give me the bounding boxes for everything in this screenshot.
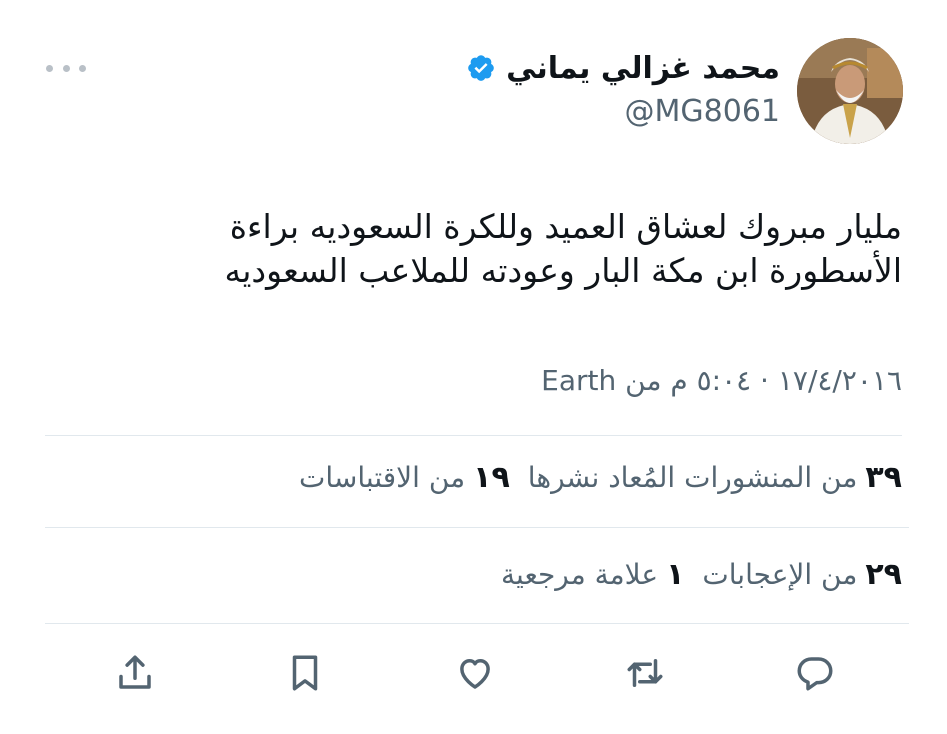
bookmark-icon [292, 655, 318, 691]
like-button[interactable] [447, 645, 503, 701]
tweet-text-line: الأسطورة ابن مكة البار وعودته للملاعب ال… [224, 251, 902, 290]
divider [45, 527, 909, 528]
tweet-text: مليار مبروك لعشاق العميد وللكرة السعوديه… [122, 205, 902, 293]
likes-count[interactable]: ٢٩ [865, 557, 902, 592]
reply-icon [797, 657, 833, 691]
bookmarks-count[interactable]: ١ [666, 557, 684, 592]
quotes-count[interactable]: ١٩ [473, 460, 510, 495]
avatar[interactable] [797, 38, 903, 144]
divider [45, 435, 902, 436]
dot [46, 64, 53, 72]
action-bar [95, 645, 855, 701]
retweet-button[interactable] [617, 645, 673, 701]
share-icon [119, 655, 151, 689]
divider [45, 623, 909, 624]
reposts-label[interactable]: من المنشورات المُعاد نشرها [528, 461, 858, 494]
author-name[interactable]: محمد غزالي يماني [506, 51, 780, 86]
repost-stats-row: ٣٩ من المنشورات المُعاد نشرها ١٩ من الاق… [299, 460, 902, 495]
more-options-button[interactable] [46, 58, 86, 78]
dot [79, 64, 86, 72]
tweet-text-line: مليار مبروك لعشاق العميد وللكرة السعوديه… [229, 207, 902, 246]
retweet-icon [627, 659, 663, 687]
share-button[interactable] [107, 645, 163, 701]
author-handle[interactable]: @MG8061 [625, 94, 780, 129]
verified-badge-icon [468, 55, 494, 81]
dot [62, 64, 70, 72]
bookmark-button[interactable] [277, 645, 333, 701]
tweet-timestamp[interactable]: ١٧/٤/٢٠١٦ · ٥:٠٤ م من Earth [541, 364, 902, 397]
avatar-image [797, 38, 903, 144]
reply-button[interactable] [787, 645, 843, 701]
quotes-label[interactable]: من الاقتباسات [299, 461, 465, 494]
heart-icon [460, 659, 490, 689]
reposts-count[interactable]: ٣٩ [865, 460, 902, 495]
likes-label[interactable]: من الإعجابات [702, 558, 857, 591]
like-stats-row: ٢٩ من الإعجابات ١ علامة مرجعية [501, 557, 902, 592]
bookmarks-label[interactable]: علامة مرجعية [501, 558, 658, 591]
